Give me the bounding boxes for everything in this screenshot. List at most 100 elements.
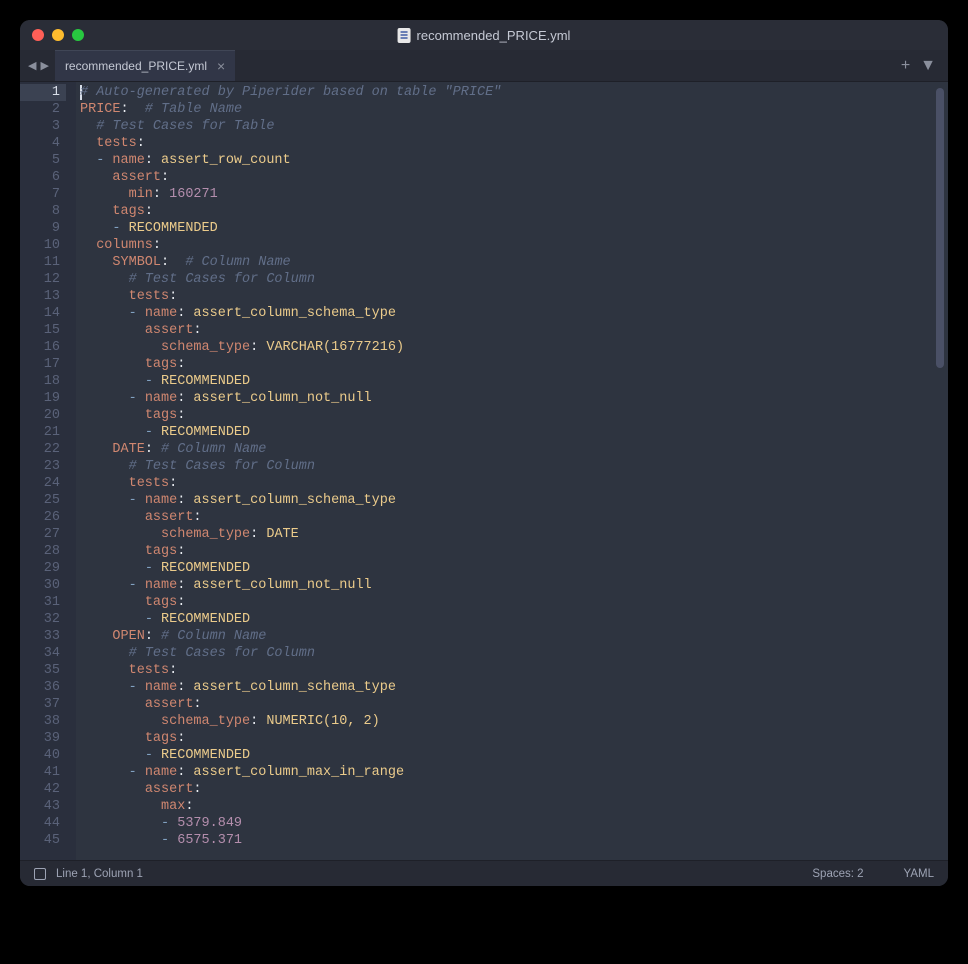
- token-plain: [80, 272, 129, 287]
- token-string: assert_column_schema_type: [193, 306, 396, 321]
- token-punc: :: [250, 714, 266, 729]
- cursor-position[interactable]: Line 1, Column 1: [56, 868, 143, 880]
- code-line[interactable]: # Test Cases for Column: [80, 271, 948, 288]
- nav-back-icon[interactable]: ◀: [28, 59, 36, 72]
- token-dash: -: [129, 391, 145, 406]
- code-line[interactable]: tags:: [80, 543, 948, 560]
- code-line[interactable]: - name: assert_column_max_in_range: [80, 764, 948, 781]
- token-key: tests: [129, 289, 170, 304]
- code-line[interactable]: - name: assert_column_not_null: [80, 390, 948, 407]
- token-plain: [80, 816, 161, 831]
- close-window-button[interactable]: [32, 29, 44, 41]
- token-comment: # Test Cases for Column: [129, 272, 315, 287]
- new-tab-icon[interactable]: +: [901, 57, 910, 75]
- line-number: 8: [20, 203, 66, 220]
- code-line[interactable]: - name: assert_column_schema_type: [80, 679, 948, 696]
- token-plain: [80, 119, 96, 134]
- code-line[interactable]: # Test Cases for Column: [80, 458, 948, 475]
- code-line[interactable]: tags:: [80, 594, 948, 611]
- code-line[interactable]: min: 160271: [80, 186, 948, 203]
- code-content[interactable]: # Auto-generated by Piperider based on t…: [76, 82, 948, 860]
- close-tab-icon[interactable]: ×: [217, 58, 225, 74]
- tabbar-actions: + ▼: [901, 50, 948, 81]
- code-line[interactable]: tags:: [80, 407, 948, 424]
- code-line[interactable]: # Auto-generated by Piperider based on t…: [80, 84, 948, 101]
- file-tab[interactable]: recommended_PRICE.yml ×: [55, 50, 235, 81]
- line-number: 39: [20, 730, 66, 747]
- token-key: schema_type: [161, 340, 250, 355]
- code-line[interactable]: assert:: [80, 509, 948, 526]
- code-line[interactable]: assert:: [80, 781, 948, 798]
- token-string: RECOMMENDED: [161, 425, 250, 440]
- line-number: 1: [20, 84, 66, 101]
- code-line[interactable]: tests:: [80, 662, 948, 679]
- indent-setting[interactable]: Spaces: 2: [812, 868, 863, 880]
- code-line[interactable]: tests:: [80, 475, 948, 492]
- code-line[interactable]: - name: assert_column_schema_type: [80, 305, 948, 322]
- tab-label: recommended_PRICE.yml: [65, 59, 207, 73]
- code-line[interactable]: schema_type: NUMERIC(10, 2): [80, 713, 948, 730]
- panel-toggle-icon[interactable]: [34, 868, 46, 880]
- minimize-window-button[interactable]: [52, 29, 64, 41]
- code-line[interactable]: assert:: [80, 696, 948, 713]
- code-line[interactable]: - RECOMMENDED: [80, 560, 948, 577]
- code-line[interactable]: assert:: [80, 169, 948, 186]
- token-comment: # Test Cases for Column: [129, 646, 315, 661]
- vertical-scrollbar[interactable]: [936, 88, 944, 368]
- code-line[interactable]: SYMBOL: # Column Name: [80, 254, 948, 271]
- code-line[interactable]: - name: assert_row_count: [80, 152, 948, 169]
- token-punc: :: [153, 238, 161, 253]
- token-punc: :: [177, 680, 193, 695]
- code-line[interactable]: - RECOMMENDED: [80, 220, 948, 237]
- token-key: tests: [129, 663, 170, 678]
- code-line[interactable]: schema_type: DATE: [80, 526, 948, 543]
- code-line[interactable]: tags:: [80, 356, 948, 373]
- token-punc: :: [193, 323, 201, 338]
- token-plain: [80, 629, 112, 644]
- code-line[interactable]: - 5379.849: [80, 815, 948, 832]
- token-punc: :: [121, 102, 129, 117]
- token-punc: :: [185, 799, 193, 814]
- code-line[interactable]: # Test Cases for Table: [80, 118, 948, 135]
- code-line[interactable]: - RECOMMENDED: [80, 424, 948, 441]
- token-punc: :: [250, 340, 266, 355]
- code-line[interactable]: - 6575.371: [80, 832, 948, 849]
- token-dash: -: [129, 493, 145, 508]
- token-string: RECOMMENDED: [161, 561, 250, 576]
- code-line[interactable]: - RECOMMENDED: [80, 611, 948, 628]
- code-line[interactable]: PRICE: # Table Name: [80, 101, 948, 118]
- code-line[interactable]: tags:: [80, 730, 948, 747]
- token-key: min: [129, 187, 153, 202]
- line-number: 37: [20, 696, 66, 713]
- tab-menu-icon[interactable]: ▼: [920, 57, 936, 75]
- token-plain: [80, 578, 129, 593]
- line-number: 16: [20, 339, 66, 356]
- code-line[interactable]: - name: assert_column_not_null: [80, 577, 948, 594]
- line-number: 32: [20, 611, 66, 628]
- maximize-window-button[interactable]: [72, 29, 84, 41]
- token-punc: :: [169, 663, 177, 678]
- code-line[interactable]: - RECOMMENDED: [80, 747, 948, 764]
- code-editor[interactable]: 1234567891011121314151617181920212223242…: [20, 82, 948, 860]
- token-key: columns: [96, 238, 153, 253]
- line-number: 14: [20, 305, 66, 322]
- code-line[interactable]: columns:: [80, 237, 948, 254]
- code-line[interactable]: # Test Cases for Column: [80, 645, 948, 662]
- token-key: tags: [145, 357, 177, 372]
- code-line[interactable]: assert:: [80, 322, 948, 339]
- token-plain: [80, 425, 145, 440]
- code-line[interactable]: schema_type: VARCHAR(16777216): [80, 339, 948, 356]
- code-line[interactable]: tests:: [80, 288, 948, 305]
- language-mode[interactable]: YAML: [904, 868, 934, 880]
- code-line[interactable]: OPEN: # Column Name: [80, 628, 948, 645]
- line-number: 21: [20, 424, 66, 441]
- code-line[interactable]: tags:: [80, 203, 948, 220]
- code-line[interactable]: - RECOMMENDED: [80, 373, 948, 390]
- code-line[interactable]: DATE: # Column Name: [80, 441, 948, 458]
- token-num: 6575.371: [177, 833, 242, 848]
- token-punc: :: [177, 306, 193, 321]
- nav-forward-icon[interactable]: ▶: [40, 59, 48, 72]
- code-line[interactable]: - name: assert_column_schema_type: [80, 492, 948, 509]
- code-line[interactable]: max:: [80, 798, 948, 815]
- code-line[interactable]: tests:: [80, 135, 948, 152]
